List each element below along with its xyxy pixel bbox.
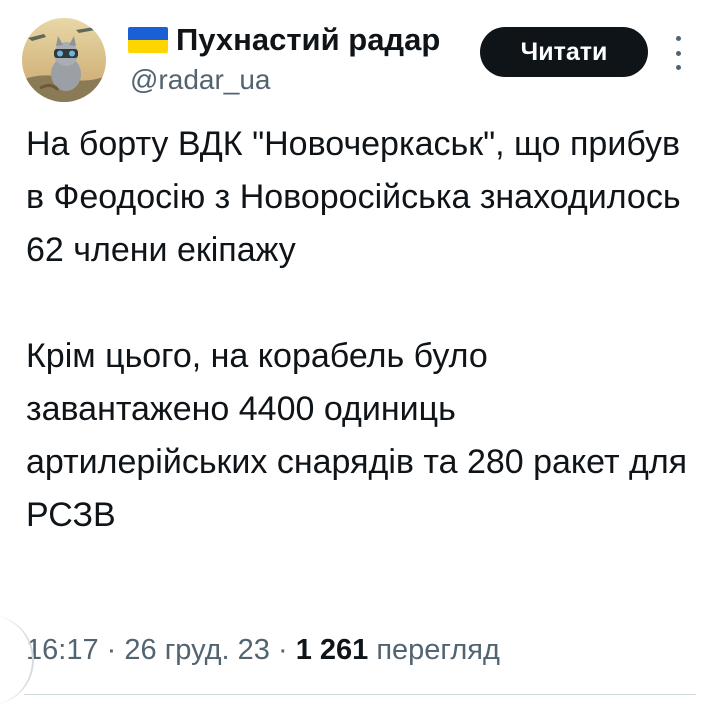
meta-separator: · <box>106 634 117 666</box>
back-gesture-edge <box>0 615 34 705</box>
meta-separator: · <box>277 634 288 666</box>
tweet-detail: Пухнастий радар @radar_ua Читати На борт… <box>0 0 720 717</box>
views-label: перегляд <box>376 634 500 666</box>
follow-button[interactable]: Читати <box>480 27 648 77</box>
more-options-icon[interactable] <box>668 36 688 70</box>
avatar-image <box>22 18 106 102</box>
ukraine-flag-icon <box>128 27 168 53</box>
divider <box>24 694 696 695</box>
tweet-paragraph: Крім цього, на корабель було завантажено… <box>26 337 688 534</box>
author-name-row[interactable]: Пухнастий радар <box>128 20 440 60</box>
tweet-metadata: 16:17 · 26 груд. 23 · 1 261 перегляд <box>26 630 500 670</box>
author-display-name[interactable]: Пухнастий радар <box>176 20 440 60</box>
tweet-paragraph: На борту ВДК "Новочеркаськ", що прибув в… <box>26 125 681 269</box>
views-count: 1 261 <box>295 634 369 666</box>
avatar[interactable] <box>22 18 106 102</box>
tweet-text: На борту ВДК "Новочеркаськ", що прибув в… <box>26 118 696 542</box>
tweet-time[interactable]: 16:17 <box>26 634 99 666</box>
author-handle[interactable]: @radar_ua <box>130 62 271 98</box>
previous-content-edge <box>110 0 720 7</box>
tweet-date[interactable]: 26 груд. 23 <box>124 634 270 666</box>
